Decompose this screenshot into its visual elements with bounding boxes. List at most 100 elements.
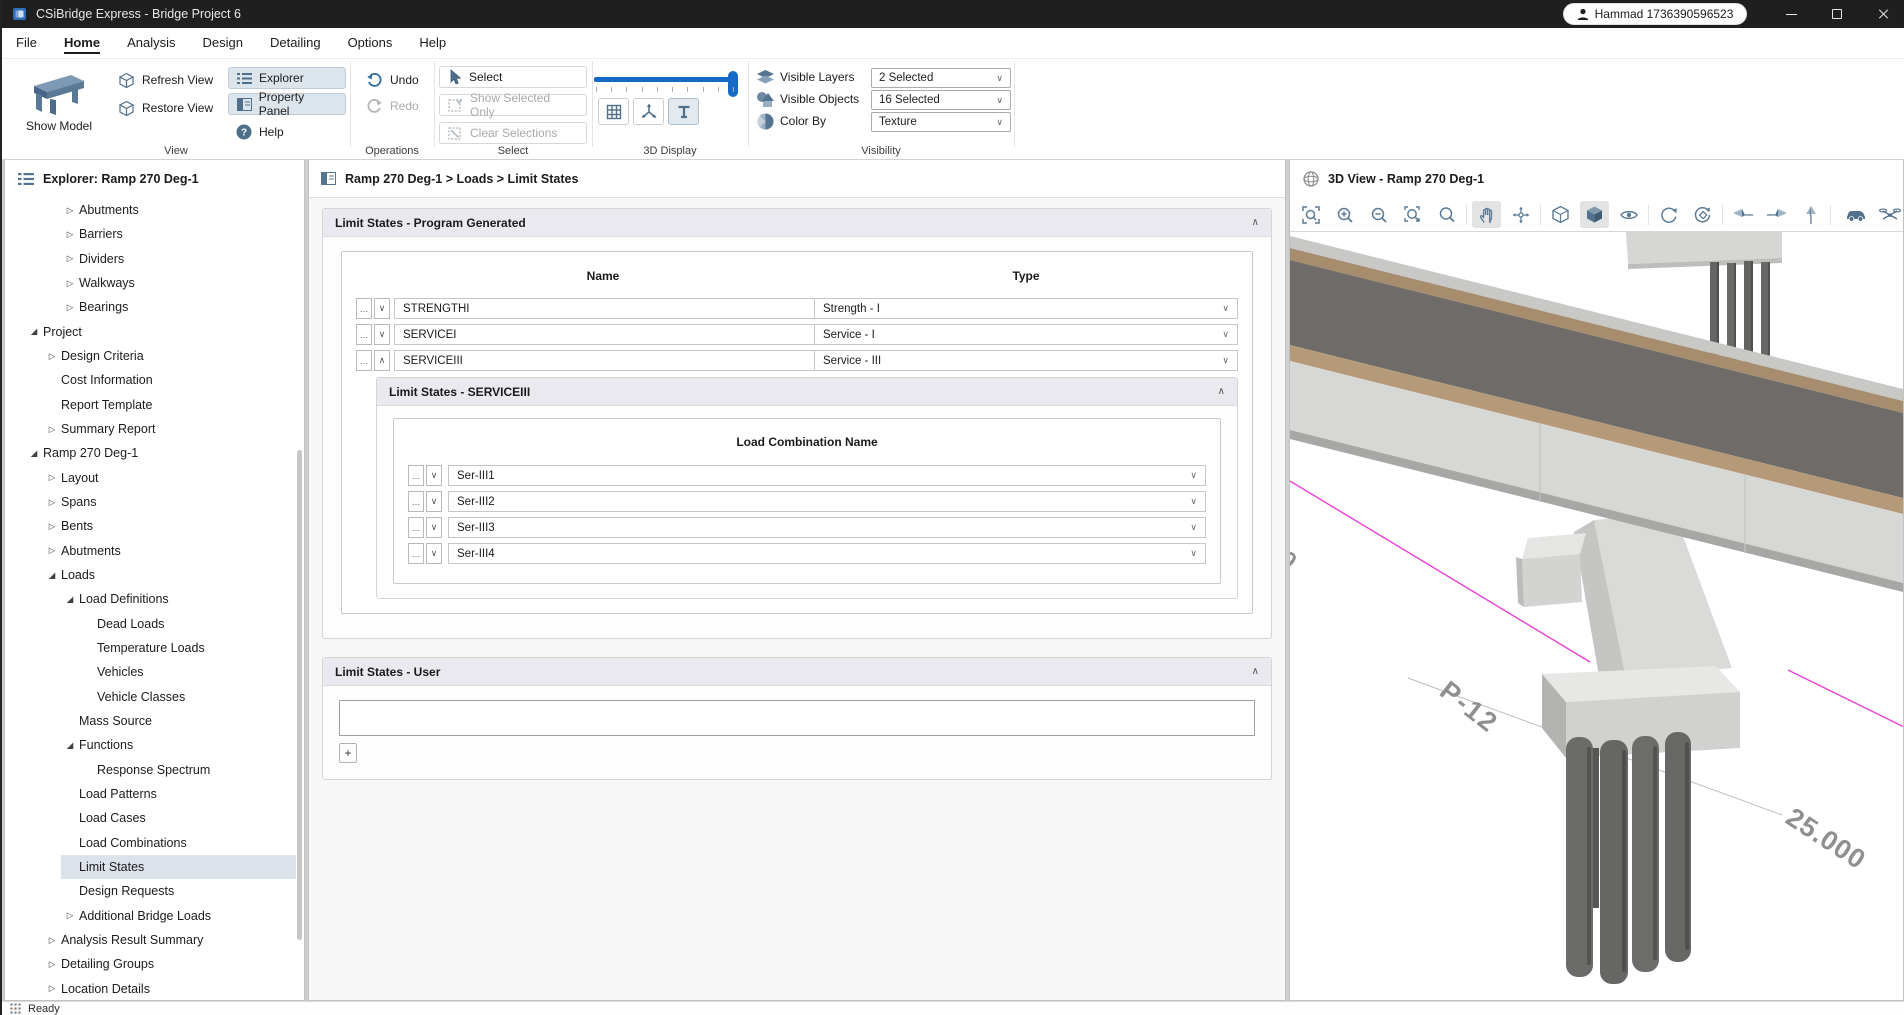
- tree-expander-icon[interactable]: ▷: [61, 278, 79, 289]
- tree-item[interactable]: ▷ Analysis Result Summary: [43, 928, 296, 952]
- tree-expander-icon[interactable]: ▷: [43, 424, 61, 435]
- tree-expander-icon[interactable]: ▷: [43, 959, 61, 970]
- tree-item[interactable]: ▷ Summary Report: [43, 417, 296, 441]
- view-plane-right-icon[interactable]: [1762, 201, 1791, 228]
- tree-item[interactable]: ▷ Abutments: [43, 539, 296, 563]
- menu-item[interactable]: Analysis: [127, 28, 175, 58]
- limit-state-name-field[interactable]: STRENGTHI: [394, 298, 815, 319]
- tree-expander-icon[interactable]: ▷: [43, 472, 61, 483]
- tree-item[interactable]: Report Template: [43, 393, 296, 417]
- tree-item[interactable]: ▷ Bearings: [61, 295, 296, 319]
- menu-item[interactable]: Help: [419, 28, 446, 58]
- tree-expander-icon[interactable]: ▷: [43, 983, 61, 994]
- row-options-button[interactable]: …: [408, 465, 424, 486]
- tree-item[interactable]: Vehicle Classes: [79, 685, 296, 709]
- minimize-button[interactable]: [1768, 0, 1814, 28]
- rotate-axis-icon[interactable]: [1688, 201, 1717, 228]
- tree-item[interactable]: Limit States: [61, 855, 296, 879]
- tree-item[interactable]: ▷ Dividers: [61, 247, 296, 271]
- show-selected-only-button[interactable]: Show Selected Only: [439, 94, 587, 116]
- maximize-button[interactable]: [1814, 0, 1860, 28]
- tree-item[interactable]: ◢ Functions: [61, 733, 296, 757]
- zoom-out-icon[interactable]: [1364, 201, 1393, 228]
- tree-item[interactable]: ▷ Layout: [43, 466, 296, 490]
- view-plane-up-icon[interactable]: [1796, 201, 1825, 228]
- row-options-button[interactable]: …: [408, 517, 424, 538]
- limit-state-name-field[interactable]: SERVICEI: [394, 324, 815, 345]
- tree-item[interactable]: Vehicles: [79, 660, 296, 684]
- tree-item[interactable]: Load Cases: [61, 806, 296, 830]
- tree-expander-icon[interactable]: ▷: [43, 521, 61, 532]
- load-combination-dropdown[interactable]: Ser-III4 ∨: [448, 543, 1206, 564]
- load-combination-dropdown[interactable]: Ser-III3 ∨: [448, 517, 1206, 538]
- redo-button[interactable]: Redo: [358, 95, 427, 117]
- tree-item[interactable]: ▷ Detailing Groups: [43, 952, 296, 976]
- tree-item[interactable]: ▷ Additional Bridge Loads: [61, 904, 296, 928]
- tree-expander-icon[interactable]: ▷: [61, 253, 79, 264]
- tree-expander-icon[interactable]: ◢: [61, 740, 79, 751]
- row-options-button[interactable]: …: [356, 298, 372, 319]
- drone-view-icon[interactable]: [1875, 201, 1904, 228]
- view-plane-left-icon[interactable]: [1728, 201, 1757, 228]
- visible-objects-dropdown[interactable]: 16 Selected ∨: [871, 90, 1011, 110]
- zoom-window-icon[interactable]: [1398, 201, 1427, 228]
- tree-expander-icon[interactable]: ◢: [25, 326, 43, 337]
- tree-item[interactable]: ▷ Bents: [43, 514, 296, 538]
- zoom-in-icon[interactable]: [1330, 201, 1359, 228]
- refresh-view-button[interactable]: Refresh View: [110, 69, 221, 91]
- zoom-extents-icon[interactable]: [1296, 201, 1325, 228]
- row-options-button[interactable]: …: [356, 350, 372, 371]
- tree-item[interactable]: Response Spectrum: [79, 758, 296, 782]
- help-button[interactable]: ? Help: [228, 121, 292, 143]
- tree-expander-icon[interactable]: ◢: [61, 594, 79, 605]
- tree-expander-icon[interactable]: ▷: [61, 205, 79, 216]
- limit-state-type-dropdown[interactable]: Service - III ∨: [814, 350, 1238, 371]
- tree-expander-icon[interactable]: ▷: [61, 302, 79, 313]
- tree-item[interactable]: Dead Loads: [79, 612, 296, 636]
- load-combination-dropdown[interactable]: Ser-III2 ∨: [448, 491, 1206, 512]
- tree-expander-icon[interactable]: ◢: [43, 570, 61, 581]
- display-depth-slider-handle[interactable]: [728, 71, 738, 97]
- tree-item[interactable]: ◢ Project: [25, 320, 296, 344]
- tree-expander-icon[interactable]: ▷: [61, 229, 79, 240]
- limit-state-type-dropdown[interactable]: Service - I ∨: [814, 324, 1238, 345]
- tree-item[interactable]: ▷ Abutments: [61, 198, 296, 222]
- user-account-button[interactable]: Hammad 1736390596523: [1563, 3, 1747, 25]
- tree-expander-icon[interactable]: ▷: [43, 545, 61, 556]
- solid-cube-icon[interactable]: [1580, 201, 1609, 228]
- tree-item[interactable]: Load Patterns: [61, 782, 296, 806]
- add-limit-state-button[interactable]: +: [339, 743, 357, 763]
- tree-item[interactable]: ◢ Loads: [43, 563, 296, 587]
- limit-state-type-dropdown[interactable]: Strength - I ∨: [814, 298, 1238, 319]
- row-expand-button[interactable]: ∨: [426, 465, 442, 486]
- tree-item[interactable]: ◢ Ramp 270 Deg-1: [25, 441, 296, 465]
- extrude-grid-button[interactable]: [598, 98, 629, 125]
- select-button[interactable]: Select: [439, 66, 587, 88]
- tree-item[interactable]: ▷ Barriers: [61, 222, 296, 246]
- pan-icon[interactable]: [1472, 201, 1501, 228]
- menu-item[interactable]: Options: [348, 28, 393, 58]
- row-expand-button[interactable]: ∨: [374, 298, 390, 319]
- row-expand-button[interactable]: ∨: [426, 543, 442, 564]
- explorer-scrollbar[interactable]: [297, 450, 302, 940]
- explorer-toggle-button[interactable]: Explorer: [228, 67, 346, 89]
- tree-expander-icon[interactable]: ◢: [25, 448, 43, 459]
- menu-item[interactable]: Detailing: [270, 28, 321, 58]
- tree-expander-icon[interactable]: ▷: [43, 351, 61, 362]
- user-limit-states-empty-list[interactable]: [339, 700, 1255, 736]
- rotate-cw-icon[interactable]: [1654, 201, 1683, 228]
- extrude-view-button[interactable]: [668, 98, 699, 125]
- tree-expander-icon[interactable]: ▷: [43, 935, 61, 946]
- tree-expander-icon[interactable]: ▷: [61, 910, 79, 921]
- tree-item[interactable]: ▷ Walkways: [61, 271, 296, 295]
- tree-item[interactable]: Cost Information: [43, 368, 296, 392]
- load-combination-dropdown[interactable]: Ser-III1 ∨: [448, 465, 1206, 486]
- menu-item[interactable]: File: [16, 28, 37, 58]
- restore-view-button[interactable]: Restore View: [110, 97, 221, 119]
- row-options-button[interactable]: …: [408, 491, 424, 512]
- limit-state-name-field[interactable]: SERVICEIII: [394, 350, 815, 371]
- row-expand-button[interactable]: ∨: [426, 491, 442, 512]
- show-model-button[interactable]: Show Model: [8, 62, 110, 142]
- orbit-icon[interactable]: [1506, 201, 1535, 228]
- tree-item[interactable]: ▷ Location Details: [43, 977, 296, 1001]
